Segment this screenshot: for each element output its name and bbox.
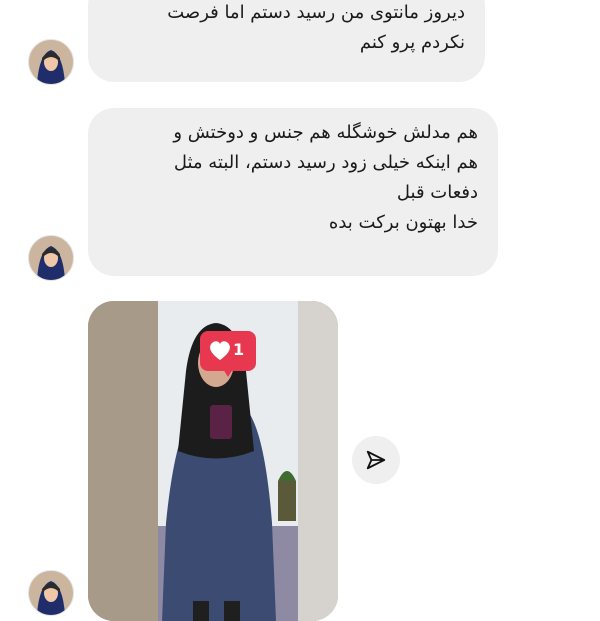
message-text: نکردم پرو کنم <box>359 32 465 53</box>
like-count: 1 <box>233 340 245 359</box>
message-text: دفعات قبل <box>396 182 478 203</box>
message-text: خدا بهتون برکت بده <box>328 212 478 233</box>
message-text: هم اینکه خیلی زود رسید دستم، البته مثل <box>173 152 478 173</box>
sender-avatar[interactable] <box>28 235 74 281</box>
message-text: هم مدلش خوشگله هم جنس و دوختش و <box>173 122 478 143</box>
like-badge: 1 <box>200 331 256 377</box>
share-button[interactable] <box>352 436 400 484</box>
message-bubble[interactable]: دیروز مانتوی من رسید دستم اما فرصت نکردم… <box>88 0 485 82</box>
message-text: دیروز مانتوی من رسید دستم اما فرصت <box>167 2 465 23</box>
send-icon <box>366 450 386 470</box>
sender-avatar[interactable] <box>28 39 74 85</box>
sender-avatar[interactable] <box>28 570 74 616</box>
message-bubble[interactable]: هم مدلش خوشگله هم جنس و دوختش و هم اینکه… <box>88 108 498 276</box>
